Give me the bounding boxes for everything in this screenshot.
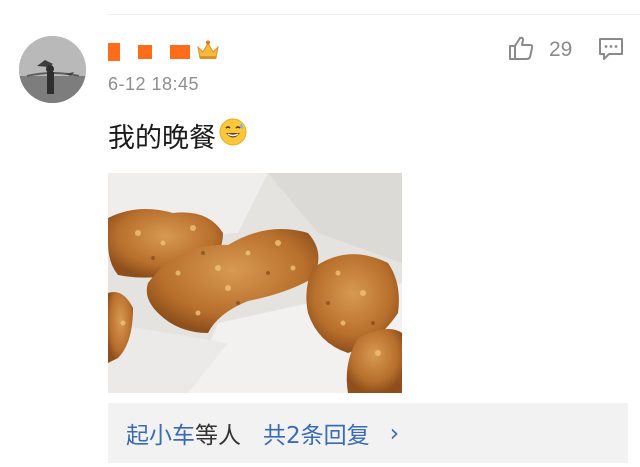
view-replies-link[interactable]: 共2条回复 [263, 416, 370, 450]
like-button[interactable]: 29 [507, 34, 572, 66]
username[interactable] [108, 39, 220, 65]
replies-preview[interactable]: 起小车 等人 共2条回复 › [108, 403, 628, 463]
chevron-right-icon: › [389, 419, 400, 447]
sweat-smile-emoji [218, 117, 248, 154]
username-redacted-block [108, 43, 120, 61]
reply-user-names[interactable]: 起小车 [126, 416, 195, 450]
reply-etc-label: 等人 [195, 423, 241, 449]
username-redacted-block [170, 45, 190, 59]
thumbs-up-icon [507, 34, 535, 66]
comment-icon[interactable] [598, 37, 624, 65]
avatar[interactable] [19, 36, 86, 103]
fried-chicken-image [108, 173, 402, 393]
comment-photo[interactable] [108, 173, 402, 393]
avatar-image [19, 36, 86, 103]
comment-text: 我的晚餐 [108, 116, 248, 155]
like-count: 29 [549, 38, 573, 61]
username-redacted-block [138, 45, 152, 59]
crown-icon [196, 39, 220, 65]
comment-text-label: 我的晚餐 [108, 123, 216, 154]
comment-timestamp: 6-12 18:45 [108, 74, 200, 94]
top-divider [108, 14, 640, 15]
